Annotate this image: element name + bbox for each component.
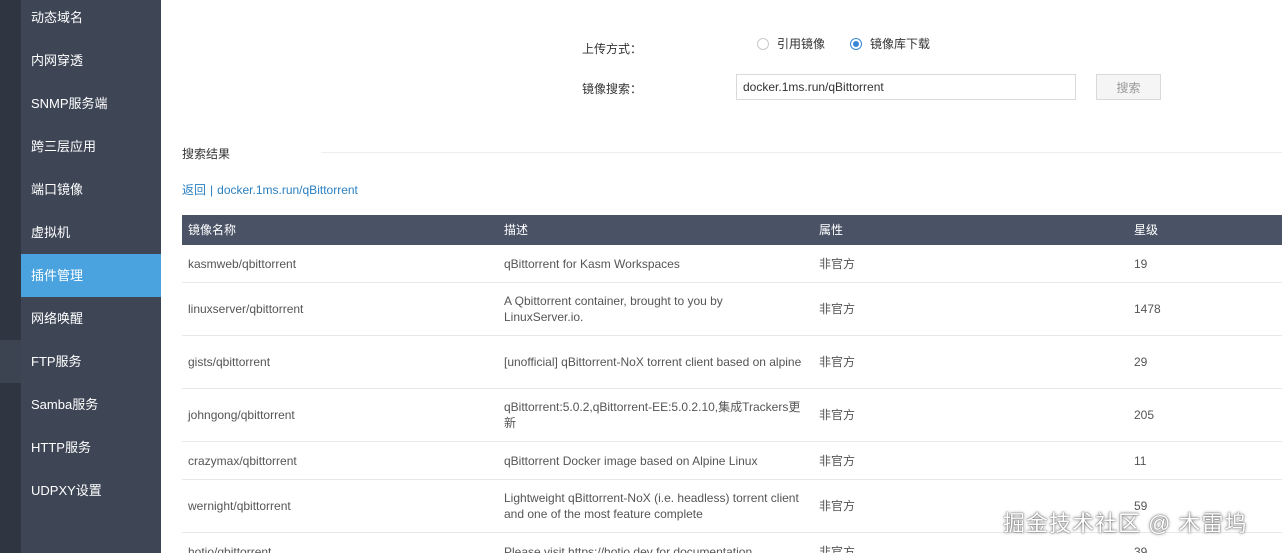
cell-attribute: 非官方 xyxy=(819,453,856,468)
sidebar-item-samba[interactable]: Samba服务 xyxy=(21,383,161,426)
table-row[interactable]: kasmweb/qbittorrent qBittorrent for Kasm… xyxy=(182,245,1282,283)
cell-image-name: hotio/qbittorrent xyxy=(188,544,272,553)
breadcrumb: 返回 | docker.1ms.run/qBittorrent xyxy=(182,181,358,198)
sidebar-strip xyxy=(0,0,21,553)
radio-reference-image[interactable]: 引用镜像 xyxy=(757,35,825,52)
sidebar-item-intranet-penetration[interactable]: 内网穿透 xyxy=(21,39,161,82)
search-results-title: 搜索结果 xyxy=(182,147,231,161)
sidebar-item-layer3-app[interactable]: 跨三层应用 xyxy=(21,125,161,168)
cell-stars: 19 xyxy=(1134,256,1148,271)
radio-registry-download-label: 镜像库下载 xyxy=(870,37,931,51)
image-search-input[interactable] xyxy=(736,74,1076,100)
table-row[interactable]: crazymax/qbittorrent qBittorrent Docker … xyxy=(182,442,1282,480)
cell-description: qBittorrent Docker image based on Alpine… xyxy=(504,453,758,468)
sidebar-item-plugin-management[interactable]: 插件管理 xyxy=(21,254,161,297)
sidebar-item-ddns[interactable]: 动态域名 xyxy=(21,0,161,39)
sidebar-item-snmp-server[interactable]: SNMP服务端 xyxy=(21,82,161,125)
breadcrumb-separator: | xyxy=(210,183,214,197)
section-divider xyxy=(321,152,1282,153)
results-table: 镜像名称 描述 属性 星级 kasmweb/qbittorrent qBitto… xyxy=(182,215,1282,553)
sidebar-item-udpxy[interactable]: UDPXY设置 xyxy=(21,469,161,512)
cell-attribute: 非官方 xyxy=(819,302,856,316)
table-row[interactable]: gists/qbittorrent [unofficial] qBittorre… xyxy=(182,336,1282,389)
column-header-attribute: 属性 xyxy=(819,223,844,237)
search-button[interactable]: 搜索 xyxy=(1096,74,1161,100)
cell-image-name: wernight/qbittorrent xyxy=(188,499,291,513)
sidebar-item-port-mirror[interactable]: 端口镜像 xyxy=(21,168,161,211)
sidebar: 动态域名 内网穿透 SNMP服务端 跨三层应用 端口镜像 虚拟机 插件管理 网络… xyxy=(21,0,161,553)
app-window: 动态域名 内网穿透 SNMP服务端 跨三层应用 端口镜像 虚拟机 插件管理 网络… xyxy=(0,0,1282,553)
cell-image-name: linuxserver/qbittorrent xyxy=(188,302,304,316)
cell-image-name: crazymax/qbittorrent xyxy=(188,453,297,468)
radio-registry-download[interactable]: 镜像库下载 xyxy=(850,35,930,52)
radio-unchecked-icon xyxy=(757,37,769,50)
table-row[interactable]: johngong/qbittorrent qBittorrent:5.0.2,q… xyxy=(182,389,1282,442)
column-header-name: 镜像名称 xyxy=(188,223,237,237)
sidebar-item-http[interactable]: HTTP服务 xyxy=(21,426,161,469)
sidebar-strip-highlight xyxy=(0,340,21,383)
watermark-text: 掘金技术社区 @ 木雷坞 xyxy=(1003,511,1248,536)
sidebar-item-wake-on-lan[interactable]: 网络唤醒 xyxy=(21,297,161,340)
image-search-label: 镜像搜索： xyxy=(582,82,643,96)
cell-stars: 205 xyxy=(1134,408,1155,422)
main-content: 上传方式： 引用镜像 镜像库下载 镜像搜索： 搜索 搜索结果 返回 |docker… xyxy=(161,0,1282,553)
back-link[interactable]: 返回 xyxy=(182,183,206,197)
column-header-stars: 星级 xyxy=(1134,223,1159,237)
sidebar-item-ftp[interactable]: FTP服务 xyxy=(21,340,161,383)
cell-description: A Qbittorrent container, brought to you … xyxy=(504,294,723,324)
cell-attribute: 非官方 xyxy=(819,408,856,422)
cell-stars: 29 xyxy=(1134,355,1148,369)
upload-method-label: 上传方式： xyxy=(582,42,643,56)
cell-image-name: johngong/qbittorrent xyxy=(188,408,295,422)
cell-image-name: gists/qbittorrent xyxy=(188,355,271,369)
cell-description: [unofficial] qBittorrent-NoX torrent cli… xyxy=(504,355,802,369)
cell-image-name: kasmweb/qbittorrent xyxy=(188,256,297,271)
table-row[interactable]: linuxserver/qbittorrent A Qbittorrent co… xyxy=(182,283,1282,336)
cell-attribute: 非官方 xyxy=(819,256,856,271)
radio-reference-image-label: 引用镜像 xyxy=(777,37,826,51)
cell-description: Lightweight qBittorrent-NoX (i.e. headle… xyxy=(504,491,799,521)
cell-stars: 1478 xyxy=(1134,302,1161,316)
query-link[interactable]: docker.1ms.run/qBittorrent xyxy=(217,183,358,197)
cell-attribute: 非官方 xyxy=(819,355,856,369)
cell-description: Please visit https://hotio.dev for docum… xyxy=(504,544,753,553)
radio-checked-icon xyxy=(850,37,862,50)
column-header-description: 描述 xyxy=(504,223,529,237)
table-header: 镜像名称 描述 属性 星级 xyxy=(182,215,1282,245)
sidebar-item-vm[interactable]: 虚拟机 xyxy=(21,211,161,254)
cell-description: qBittorrent for Kasm Workspaces xyxy=(504,256,680,271)
cell-stars: 11 xyxy=(1134,453,1147,468)
cell-description: qBittorrent:5.0.2,qBittorrent-EE:5.0.2.1… xyxy=(504,400,801,430)
